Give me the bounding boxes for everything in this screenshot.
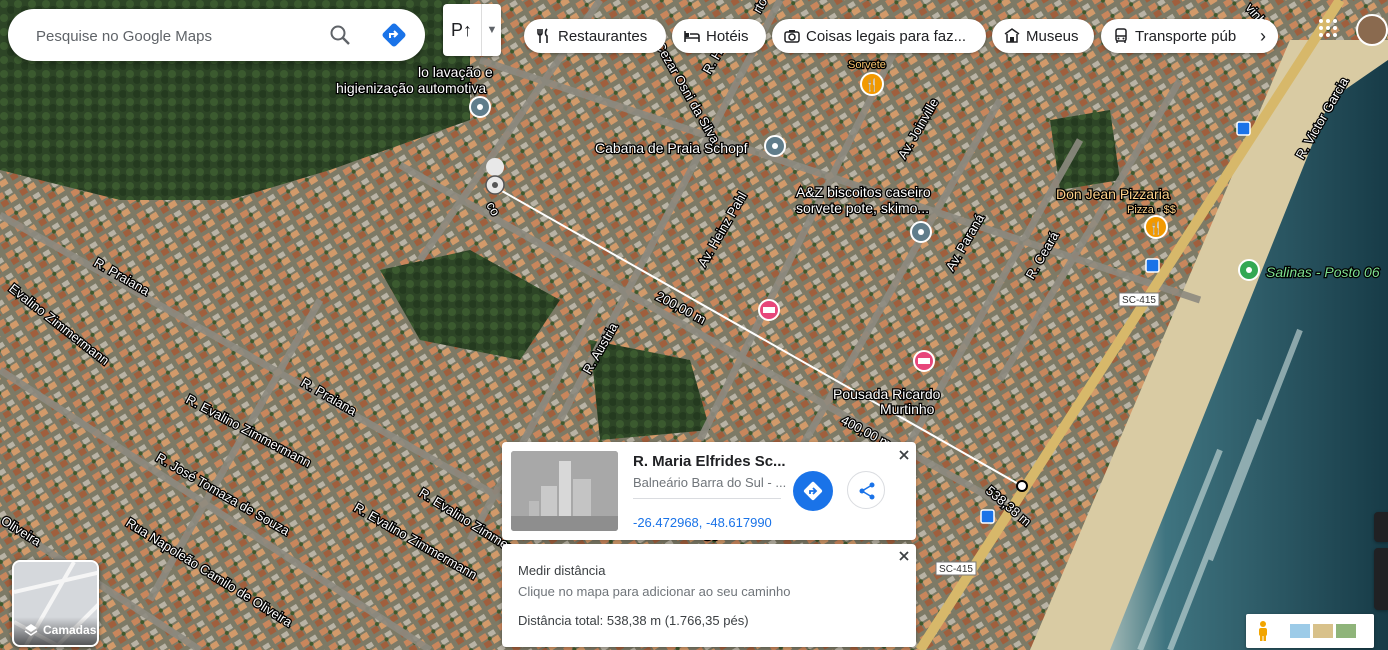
fork-knife-icon (536, 28, 552, 44)
search-input[interactable] (34, 22, 308, 50)
place-card: R. Maria Elfrides Sc... Balneário Barra … (502, 442, 916, 540)
place-label: Salinas - Posto 06 (1266, 264, 1380, 280)
measure-card: Medir distância Clique no mapa para adic… (502, 544, 916, 647)
apps-grid-icon[interactable] (1318, 18, 1338, 38)
camera-icon (784, 28, 800, 44)
place-label-pousada-2: Murtinho (880, 401, 935, 417)
bus-stop-icon[interactable] (1145, 258, 1160, 273)
place-label: Cabana de Praia Schopf (595, 140, 748, 156)
place-label: Don Jean Pizzaria (1056, 186, 1170, 202)
place-subtitle: Balneário Barra do Sul - ... (633, 475, 787, 490)
route-endpoint[interactable] (1016, 480, 1028, 492)
layers-button[interactable]: Camadas (12, 560, 99, 647)
pousada-pin[interactable] (913, 350, 935, 372)
map-controls-bar (1246, 614, 1374, 648)
bed-icon (684, 28, 700, 44)
chip-hotels[interactable]: Hotéis (672, 19, 766, 53)
chip-label: Restaurantes (558, 27, 648, 45)
chip-label: Coisas legais para faz... (806, 27, 967, 45)
road-badge: SC-415 (939, 564, 973, 575)
chevron-right-icon[interactable]: › (1248, 19, 1278, 53)
sorvete-pin[interactable]: 🍴 (860, 72, 884, 96)
chip-museums[interactable]: Museus (992, 19, 1094, 53)
thumbnail-default-map[interactable] (1290, 624, 1310, 638)
route-toggle-label: P↑ (451, 20, 473, 40)
bus-stop-icon[interactable] (980, 509, 995, 524)
layers-icon (24, 623, 38, 637)
zoom-controls[interactable] (1374, 548, 1388, 610)
posto-pin[interactable] (1238, 259, 1260, 281)
bus-icon (1113, 28, 1129, 44)
directions-button[interactable] (793, 471, 833, 511)
directions-icon[interactable] (381, 22, 407, 48)
compass-button[interactable] (1374, 512, 1388, 542)
measure-title: Medir distância (518, 563, 606, 578)
az-biscoitos-pin[interactable] (910, 221, 932, 243)
search-box (8, 9, 425, 61)
place-title: R. Maria Elfrides Sc... (633, 453, 786, 470)
thumbnail-terrain[interactable] (1313, 624, 1333, 638)
car-wash-pin[interactable] (469, 96, 491, 118)
directions-icon (803, 481, 823, 501)
svg-text:🍴: 🍴 (1149, 221, 1164, 235)
place-coordinates[interactable]: -26.472968, -48.617990 (633, 515, 772, 530)
pegman-icon[interactable] (1256, 620, 1270, 642)
measure-total: Distância total: 538,38 m (1.766,35 pés) (518, 613, 749, 628)
chip-label: Hotéis (706, 27, 749, 45)
place-sub-label: Pizza · $$ (1127, 204, 1176, 216)
place-label-az-2: sorvete pote, skimo... (796, 200, 929, 216)
chip-label: Transporte púb (1135, 27, 1237, 45)
cabana-pin[interactable] (764, 135, 786, 157)
route-toggle[interactable]: P↑ ▼ (443, 4, 501, 56)
search-icon[interactable] (328, 23, 352, 47)
place-label: Sorvete (848, 59, 886, 71)
close-icon[interactable] (897, 549, 911, 563)
thumbnail-satellite[interactable] (1336, 624, 1356, 638)
chip-restaurants[interactable]: Restaurantes (524, 19, 666, 53)
place-label-carwash-2: higienização automotiva (336, 80, 486, 96)
share-icon (859, 482, 875, 500)
pizzaria-pin[interactable]: 🍴 (1144, 215, 1168, 239)
chip-transit[interactable]: Transporte púb › (1101, 19, 1278, 53)
measure-hint: Clique no mapa para adicionar ao seu cam… (518, 584, 791, 599)
avatar[interactable] (1356, 14, 1388, 46)
bus-stop-icon[interactable] (1236, 121, 1251, 136)
chip-label: Museus (1026, 27, 1079, 45)
place-label-carwash-1: lo lavação e (418, 64, 493, 80)
road-badge: SC-415 (1122, 295, 1156, 306)
chevron-down-icon[interactable]: ▼ (481, 4, 502, 56)
share-button[interactable] (847, 471, 885, 509)
hotel-pin[interactable] (758, 299, 780, 321)
place-thumbnail[interactable] (511, 451, 618, 531)
place-label-az-1: A&Z biscoitos caseiro (796, 184, 931, 200)
close-icon[interactable] (897, 448, 911, 462)
place-label-pousada-1: Pousada Ricardo (833, 386, 941, 402)
museum-icon (1004, 28, 1020, 44)
layers-label: Camadas (43, 623, 97, 637)
svg-text:🍴: 🍴 (865, 78, 880, 92)
chip-things-to-do[interactable]: Coisas legais para faz... (772, 19, 986, 53)
